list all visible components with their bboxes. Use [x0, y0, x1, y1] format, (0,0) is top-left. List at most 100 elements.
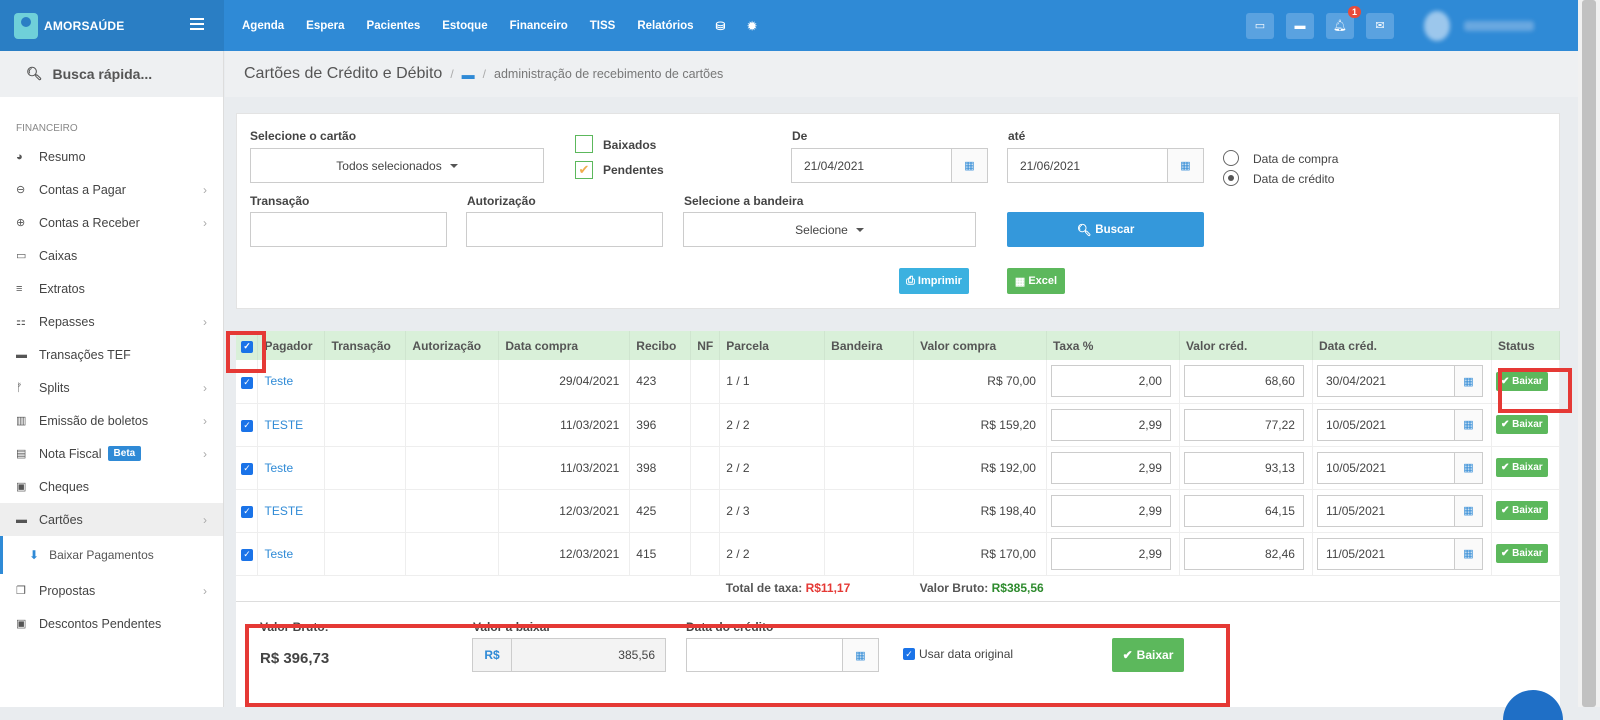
- recibo-cell: 398: [629, 446, 692, 490]
- menu-pacientes[interactable]: Pacientes: [367, 20, 421, 32]
- search-button[interactable]: 🔍︎ Buscar: [1007, 212, 1204, 247]
- sidebar-item-contas-a-pagar[interactable]: ⊖ Contas a Pagar ›: [0, 173, 223, 206]
- radio-data-credito[interactable]: [1223, 170, 1239, 186]
- pagador-link[interactable]: Teste: [257, 360, 326, 404]
- chevron-right-icon: ›: [203, 182, 207, 197]
- sidebar-item-contas-a-receber[interactable]: ⊕ Contas a Receber ›: [0, 206, 223, 239]
- sidebar-item-cart-es[interactable]: ▬ Cartões ›: [0, 503, 223, 536]
- nf-cell: [690, 360, 721, 404]
- calendar-icon[interactable]: ▦: [1453, 538, 1482, 569]
- print-button[interactable]: ⎙ Imprimir: [899, 268, 969, 294]
- sidebar-item-extratos[interactable]: ≡ Extratos: [0, 272, 223, 305]
- data-cred-input[interactable]: 30/04/2021 ▦: [1316, 365, 1483, 398]
- taxa-input[interactable]: 2,99: [1050, 537, 1171, 570]
- baixados-checkbox[interactable]: [575, 135, 593, 153]
- row-checkbox[interactable]: ✓: [241, 419, 253, 432]
- pendentes-checkbox[interactable]: ✔: [575, 161, 593, 179]
- baixar-row-button[interactable]: ✔ Baixar: [1495, 501, 1548, 520]
- col-bandeira: Bandeira: [824, 331, 915, 360]
- sidebar-menu: ◕ Resumo ⊖ Contas a Pagar › ⊕ Contas a Receber…: [0, 140, 223, 536]
- taxa-input[interactable]: 2,99: [1050, 451, 1171, 484]
- chevron-right-icon: ›: [203, 215, 207, 230]
- calendar-icon[interactable]: ▦: [1453, 366, 1482, 397]
- notifications-button[interactable]: 🔔︎ 1: [1326, 5, 1361, 39]
- valor-cred-input[interactable]: 64,15: [1183, 494, 1304, 527]
- sidebar-item-resumo[interactable]: ◕ Resumo: [0, 140, 223, 173]
- pagador-link[interactable]: TESTE: [257, 403, 326, 447]
- calendar-icon[interactable]: ▦: [1167, 149, 1203, 182]
- inbox-button[interactable]: ▭: [1246, 12, 1274, 39]
- data-cred-input[interactable]: 11/05/2021 ▦: [1316, 494, 1483, 527]
- radio-data-compra[interactable]: [1223, 150, 1239, 166]
- bandeira-select[interactable]: Selecione: [683, 212, 976, 247]
- sidebar-item-nota-fiscal[interactable]: ▤ Nota Fiscal Beta ›: [0, 437, 223, 470]
- quick-search[interactable]: 🔍︎ Busca rápida...: [0, 51, 223, 97]
- sidebar-item-caixas[interactable]: ▭ Caixas: [0, 239, 223, 272]
- menu-financeiro[interactable]: Financeiro: [510, 20, 568, 32]
- pagador-link[interactable]: TESTE: [257, 489, 326, 533]
- data-cred-input[interactable]: 10/05/2021 ▦: [1316, 408, 1483, 441]
- sidebar-item-repasses[interactable]: ⚏ Repasses ›: [0, 305, 223, 338]
- data-cred-input[interactable]: 10/05/2021 ▦: [1316, 451, 1483, 484]
- menu-estoque[interactable]: Estoque: [442, 20, 487, 32]
- card-select[interactable]: Todos selecionados: [250, 148, 544, 183]
- date-from-input[interactable]: 21/04/2021 ▦: [791, 148, 988, 183]
- baixar-row-button[interactable]: ✔ Baixar: [1495, 458, 1548, 477]
- row-checkbox[interactable]: ✓: [241, 505, 253, 518]
- autorizacao-input[interactable]: [466, 212, 663, 247]
- calendar-icon[interactable]: ▦: [951, 149, 987, 182]
- col-transacao: Transação: [324, 331, 407, 360]
- calendar-icon[interactable]: ▦: [1453, 452, 1482, 483]
- valor-compra-cell: R$ 159,20: [913, 403, 1047, 447]
- page-scrollbar[interactable]: [1578, 0, 1600, 707]
- sidebar-item-transa-es-tef[interactable]: ▬ Transações TEF: [0, 338, 223, 371]
- valor-bruto-cell: Valor Bruto: R$385,56: [914, 575, 1560, 601]
- scrollbar-thumb[interactable]: [1582, 0, 1596, 707]
- menu-toggle-icon[interactable]: [190, 18, 204, 30]
- taxa-input[interactable]: 2,00: [1050, 365, 1171, 398]
- transacao-input[interactable]: [250, 212, 447, 247]
- data-cred-input[interactable]: 11/05/2021 ▦: [1316, 537, 1483, 570]
- barcode-icon: ▥: [16, 415, 27, 427]
- baixar-row-button[interactable]: ✔ Baixar: [1495, 415, 1548, 434]
- valor-cred-input[interactable]: 77,22: [1183, 408, 1304, 441]
- menu-espera[interactable]: Espera: [306, 20, 344, 32]
- sidebar-item-cheques[interactable]: ▣ Cheques: [0, 470, 223, 503]
- baixar-row-button[interactable]: ✔ Baixar: [1495, 544, 1548, 563]
- menu-tiss[interactable]: TISS: [590, 20, 616, 32]
- chevron-right-icon: ›: [203, 446, 207, 461]
- pagador-link[interactable]: Teste: [257, 446, 326, 490]
- user-avatar[interactable]: [1424, 10, 1450, 41]
- menu-relatorios[interactable]: Relatórios: [637, 20, 693, 32]
- card-button[interactable]: ▬: [1286, 12, 1314, 39]
- date-to-input[interactable]: 21/06/2021 ▦: [1007, 148, 1204, 183]
- menu-agenda[interactable]: Agenda: [242, 20, 284, 32]
- col-valor-cred: Valor créd.: [1179, 331, 1313, 360]
- settings-gear-icon[interactable]: ✹: [747, 19, 757, 33]
- autorizacao-label: Autorização: [467, 194, 536, 208]
- row-checkbox[interactable]: ✓: [241, 548, 253, 561]
- data-cred-cell: 30/04/2021 ▦: [1312, 360, 1492, 404]
- sidebar-item-emiss-o-de-boletos[interactable]: ▥ Emissão de boletos ›: [0, 404, 223, 437]
- table-row: ✓ TESTE 12/03/2021 425 2 / 3 R$ 198,40 2,99 64,…: [236, 489, 1561, 533]
- pagador-link[interactable]: Teste: [257, 532, 326, 576]
- sidebar-item-label: Propostas: [39, 583, 96, 598]
- sidebar-item-propostas[interactable]: ❐ Propostas ›: [0, 574, 223, 607]
- user-name-blurred[interactable]: [1464, 20, 1534, 31]
- row-checkbox[interactable]: ✓: [241, 376, 253, 389]
- sidebar-item-splits[interactable]: ᚠ Splits ›: [0, 371, 223, 404]
- database-icon[interactable]: ⛁: [716, 19, 726, 33]
- calendar-icon[interactable]: ▦: [1453, 495, 1482, 526]
- taxa-input[interactable]: 2,99: [1050, 494, 1171, 527]
- valor-cred-input[interactable]: 68,60: [1183, 365, 1304, 398]
- valor-cred-input[interactable]: 93,13: [1183, 451, 1304, 484]
- taxa-input[interactable]: 2,99: [1050, 408, 1171, 441]
- chat-button[interactable]: ✉: [1366, 12, 1394, 39]
- calendar-icon[interactable]: ▦: [1453, 409, 1482, 440]
- valor-cred-input[interactable]: 82,46: [1183, 537, 1304, 570]
- sidebar-subitem-baixar-pagamentos[interactable]: ⬇ Baixar Pagamentos: [0, 536, 223, 574]
- sidebar-item-label: Emissão de boletos: [39, 413, 149, 428]
- row-checkbox[interactable]: ✓: [241, 462, 253, 475]
- sidebar-item-descontos-pendentes[interactable]: ▣ Descontos Pendentes: [0, 607, 223, 640]
- excel-button[interactable]: ▦ Excel: [1007, 268, 1065, 294]
